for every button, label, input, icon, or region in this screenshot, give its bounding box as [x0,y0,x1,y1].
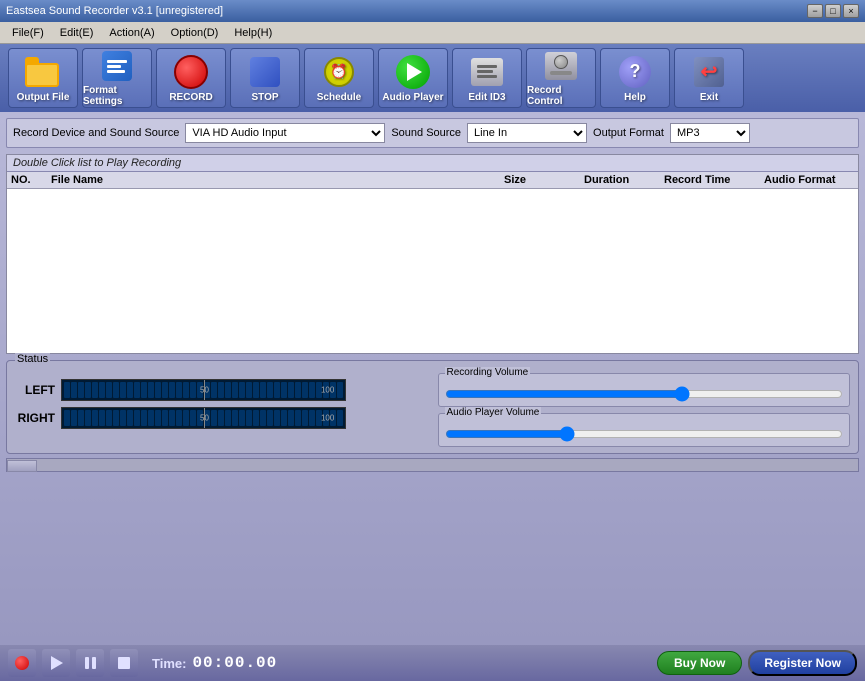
audio-player-volume-group: Audio Player Volume [438,413,851,447]
menu-edit[interactable]: Edit(E) [52,25,102,41]
menu-help[interactable]: Help(H) [226,25,280,41]
status-panel: Status LEFT 50 100 RIGHT [6,360,859,454]
main-area: Record Device and Sound Source VIA HD Au… [0,112,865,645]
audio-player-volume-slider[interactable] [445,426,844,442]
edit-id3-button[interactable]: Edit ID3 [452,48,522,108]
schedule-icon: ⏰ [321,54,357,90]
list-body[interactable] [7,189,858,344]
record-control-button[interactable]: Record Control [526,48,596,108]
exit-label: Exit [700,92,718,103]
transport-pause-button[interactable] [76,649,104,677]
vu-left-bar: 50 100 [61,379,346,401]
scroll-thumb[interactable] [7,460,37,472]
vu-right-bar: 50 100 [61,407,346,429]
status-panel-title: Status [15,353,50,365]
record-control-icon [543,49,579,83]
window-controls: − □ × [807,4,859,18]
menu-bar: File(F) Edit(E) Action(A) Option(D) Help… [0,22,865,44]
record-icon [173,54,209,90]
transport-stop-button[interactable] [110,649,138,677]
output-format-select[interactable]: MP3 WAV OGG [670,123,750,143]
format-settings-icon [99,49,135,83]
record-button[interactable]: RECORD [156,48,226,108]
sound-source-label: Sound Source [391,127,461,139]
list-columns: NO. File Name Size Duration Record Time … [7,172,858,189]
record-circle-icon [15,656,29,670]
title-bar: Eastsea Sound Recorder v3.1 [unregistere… [0,0,865,22]
transport-record-button[interactable] [8,649,36,677]
maximize-button[interactable]: □ [825,4,841,18]
help-button[interactable]: ? Help [600,48,670,108]
list-header-label: Double Click list to Play Recording [7,155,858,172]
output-file-icon [25,54,61,90]
vu-right-label: RIGHT [15,411,55,425]
stop-icon [118,657,130,669]
minimize-button[interactable]: − [807,4,823,18]
format-settings-label: Format Settings [83,85,151,107]
close-button[interactable]: × [843,4,859,18]
record-control-label: Record Control [527,85,595,107]
edit-id3-icon [469,54,505,90]
pause-icon [85,657,96,669]
audio-player-button[interactable]: Audio Player [378,48,448,108]
vu-meters: LEFT 50 100 RIGHT 50 [15,379,428,429]
play-icon [51,656,63,670]
col-no: NO. [11,174,51,186]
record-label: RECORD [169,92,212,103]
schedule-label: Schedule [317,92,361,103]
audio-player-label: Audio Player [382,92,443,103]
stop-label: STOP [251,92,278,103]
schedule-button[interactable]: ⏰ Schedule [304,48,374,108]
col-audioformat: Audio Format [764,174,854,186]
toolbar: Output File Format Settings RECORD STOP [0,44,865,112]
col-size: Size [504,174,584,186]
recording-volume-slider[interactable] [445,386,844,402]
sound-source-select[interactable]: Line In [467,123,587,143]
edit-id3-label: Edit ID3 [468,92,505,103]
scroll-bar[interactable] [6,458,859,472]
exit-icon: ↩ [691,54,727,90]
stop-button[interactable]: STOP [230,48,300,108]
vu-left-row: LEFT 50 100 [15,379,428,401]
help-label: Help [624,92,646,103]
recording-list: Double Click list to Play Recording NO. … [6,154,859,354]
audio-player-volume-slider-row [445,422,844,442]
menu-action[interactable]: Action(A) [101,25,162,41]
exit-button[interactable]: ↩ Exit [674,48,744,108]
vu-left-marker: 50 [204,380,205,400]
volume-controls: Recording Volume Audio Player Volume [438,373,851,447]
title-text: Eastsea Sound Recorder v3.1 [unregistere… [6,5,223,17]
record-device-label: Record Device and Sound Source [13,127,179,139]
buy-now-button[interactable]: Buy Now [657,651,742,675]
menu-option[interactable]: Option(D) [163,25,227,41]
col-duration: Duration [584,174,664,186]
stop-icon [247,54,283,90]
recording-volume-group: Recording Volume [438,373,851,407]
recording-volume-label: Recording Volume [445,367,531,378]
time-display: 00:00.00 [192,654,277,672]
record-device-select[interactable]: VIA HD Audio Input [185,123,385,143]
recording-volume-slider-row [445,382,844,402]
transport-play-button[interactable] [42,649,70,677]
col-filename: File Name [51,174,504,186]
time-label: Time: [152,656,186,671]
vu-left-label: LEFT [15,383,55,397]
menu-file[interactable]: File(F) [4,25,52,41]
audio-player-icon [395,54,431,90]
vu-right-marker: 50 [204,408,205,428]
device-row: Record Device and Sound Source VIA HD Au… [6,118,859,148]
help-icon: ? [617,54,653,90]
col-recordtime: Record Time [664,174,764,186]
output-file-label: Output File [17,92,70,103]
transport-bar: Time: 00:00.00 Buy Now Register Now [0,645,865,681]
audio-player-volume-label: Audio Player Volume [445,407,542,418]
register-now-button[interactable]: Register Now [748,650,857,676]
vu-right-row: RIGHT 50 100 [15,407,428,429]
format-settings-button[interactable]: Format Settings [82,48,152,108]
output-format-label: Output Format [593,127,664,139]
output-file-button[interactable]: Output File [8,48,78,108]
